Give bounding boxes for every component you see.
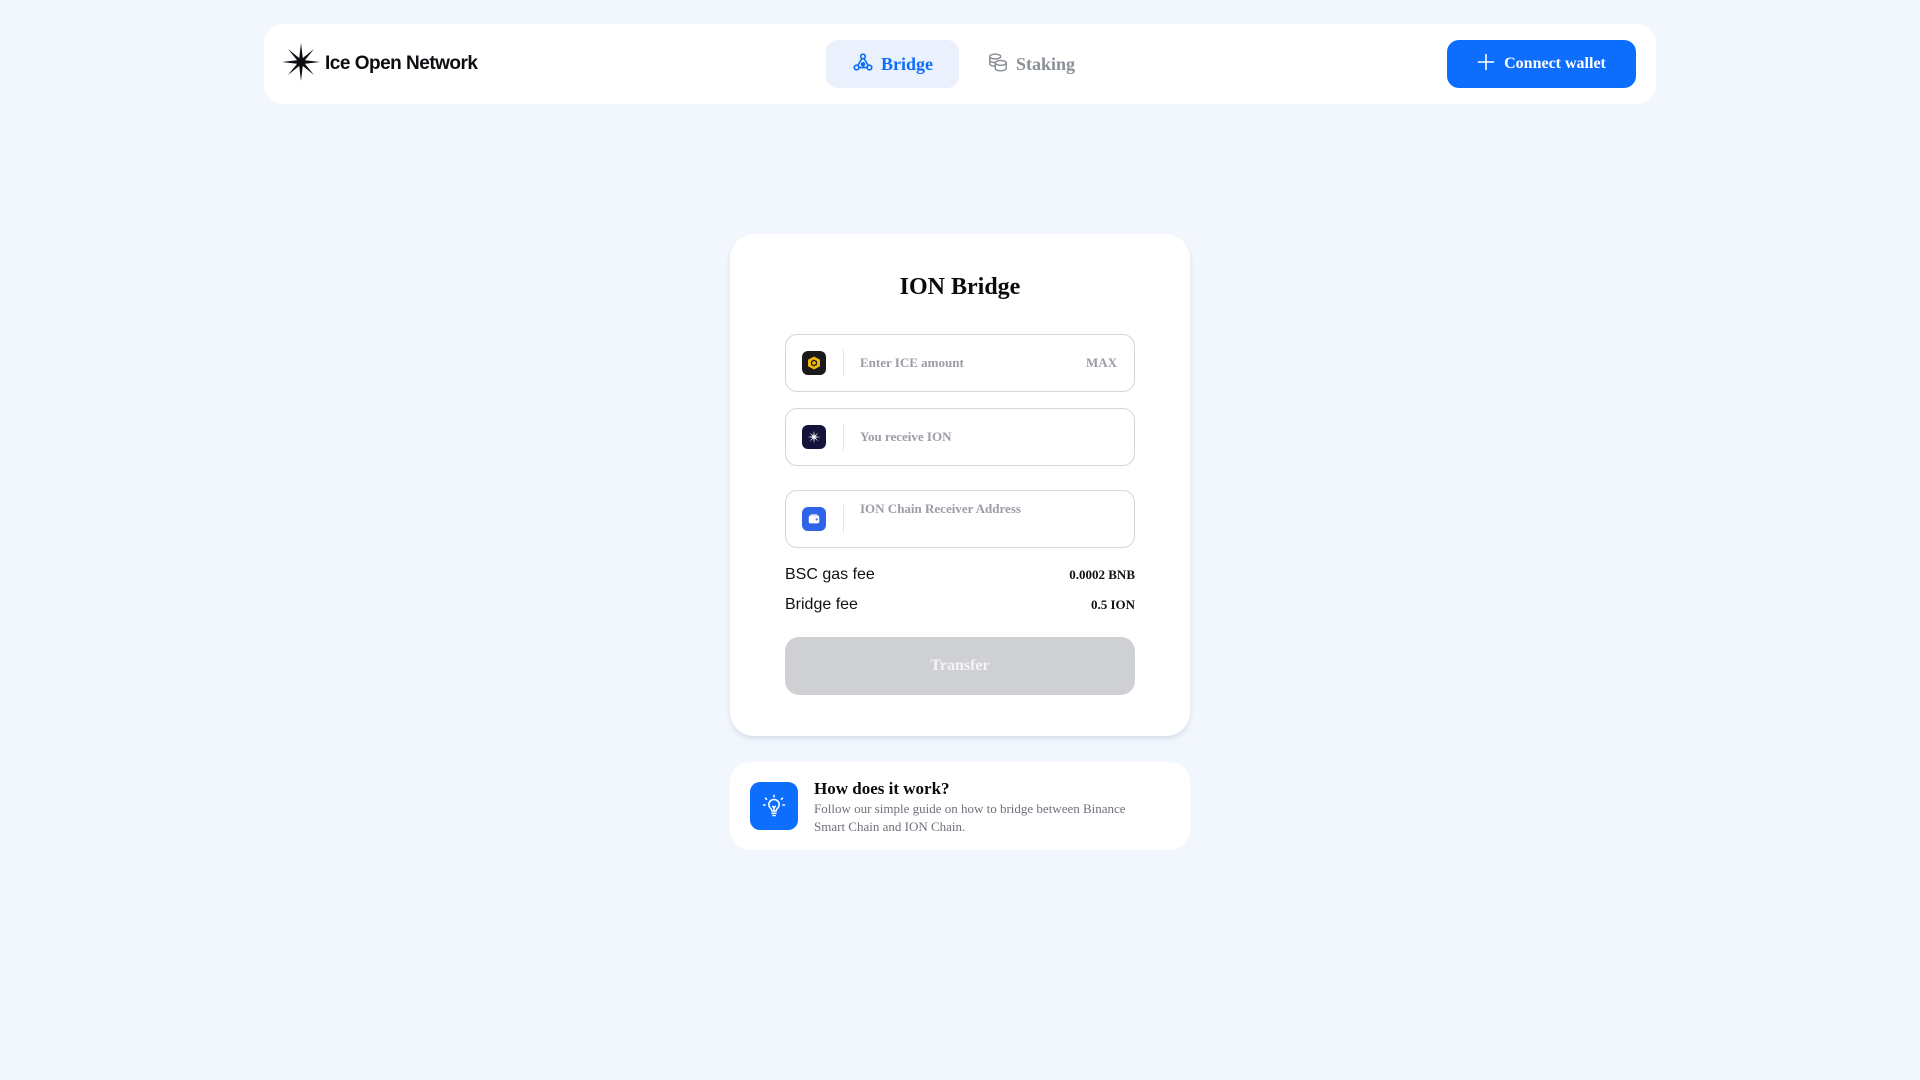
ion-receive-input bbox=[860, 429, 1134, 445]
main-nav: Bridge Staking bbox=[826, 40, 1103, 88]
ion-receive-field bbox=[785, 408, 1135, 466]
how-it-works-title: How does it work? bbox=[814, 779, 950, 798]
field-divider bbox=[843, 349, 844, 377]
nav-bridge-label: Bridge bbox=[881, 53, 933, 74]
ice-amount-input[interactable] bbox=[860, 355, 1086, 371]
nav-staking[interactable]: Staking bbox=[959, 40, 1103, 88]
ion-token-icon bbox=[802, 425, 826, 449]
lightbulb-icon bbox=[750, 782, 798, 830]
bridge-icon bbox=[852, 51, 874, 78]
transfer-button[interactable]: Transfer bbox=[785, 637, 1135, 695]
page-title: ION Bridge bbox=[899, 274, 1021, 300]
connect-wallet-label: Connect wallet bbox=[1504, 55, 1606, 72]
fee-label: BSC gas fee bbox=[785, 566, 875, 583]
bridge-card: ION Bridge MAX bbox=[730, 234, 1190, 736]
bridge-fee-row: Bridge fee 0.5 ION bbox=[785, 596, 1135, 614]
bsc-gas-fee-row: BSC gas fee 0.0002 BNB bbox=[785, 566, 1135, 584]
plus-icon bbox=[1477, 53, 1495, 76]
field-divider bbox=[843, 505, 844, 533]
top-navbar: Ice Open Network Bridge Staking Connect … bbox=[264, 24, 1656, 104]
bnb-token-icon bbox=[802, 351, 826, 375]
brand-logo[interactable]: Ice Open Network bbox=[281, 42, 478, 87]
field-divider bbox=[843, 423, 844, 451]
brand-name: Ice Open Network bbox=[325, 53, 478, 74]
fee-label: Bridge fee bbox=[785, 596, 858, 613]
ice-amount-field: MAX bbox=[785, 334, 1135, 392]
receiver-address-field bbox=[785, 490, 1135, 548]
wallet-icon bbox=[802, 507, 826, 531]
connect-wallet-button[interactable]: Connect wallet bbox=[1447, 40, 1636, 88]
how-it-works-description: Follow our simple guide on how to bridge… bbox=[814, 801, 1126, 834]
ion-star-logo-icon bbox=[281, 42, 321, 87]
nav-bridge[interactable]: Bridge bbox=[826, 40, 959, 88]
receiver-address-input[interactable] bbox=[860, 501, 1134, 517]
how-it-works-card[interactable]: How does it work? Follow our simple guid… bbox=[730, 762, 1190, 850]
fee-value: 0.5 ION bbox=[1090, 597, 1135, 612]
nav-staking-label: Staking bbox=[1016, 53, 1076, 74]
max-button[interactable]: MAX bbox=[1086, 355, 1117, 371]
coins-icon bbox=[987, 51, 1009, 78]
fee-value: 0.0002 BNB bbox=[1069, 567, 1135, 582]
